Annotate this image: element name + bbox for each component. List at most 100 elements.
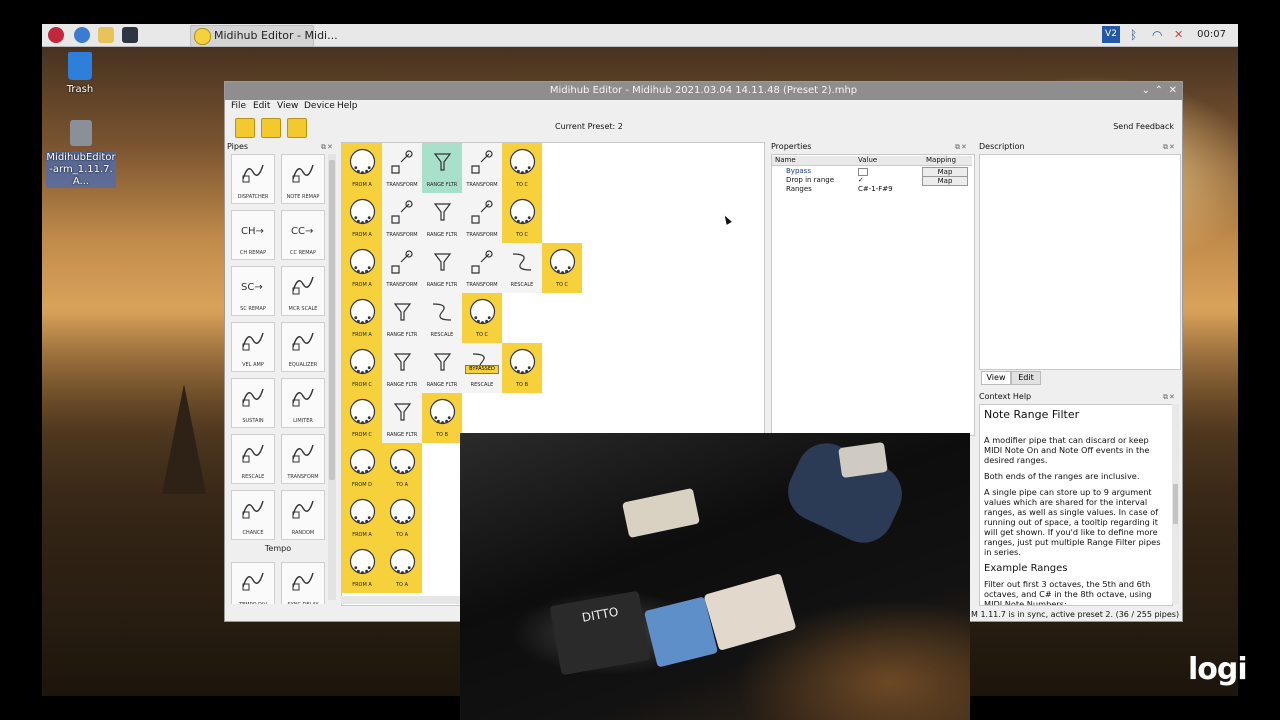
raspberry-menu-icon[interactable] (48, 27, 64, 43)
disconnect-button[interactable] (235, 118, 255, 138)
minimize-icon[interactable]: ⌄ (1142, 82, 1150, 100)
terminal-icon[interactable] (122, 27, 138, 43)
description-float-close-icon[interactable]: ⧉✕ (1163, 143, 1179, 151)
wifi-icon[interactable]: ◠ (1152, 27, 1166, 43)
canvas-pipe-label: RANGE FLTR (426, 232, 458, 238)
bluetooth-icon[interactable]: ᛒ (1130, 27, 1140, 43)
palette-pipe-mcr-scale[interactable]: MCR SCALE (281, 266, 325, 316)
menu-help[interactable]: Help (337, 101, 358, 111)
maximize-icon[interactable]: ⌃ (1155, 82, 1163, 100)
canvas-pipe-to-c[interactable]: TO C (462, 293, 502, 343)
palette-pipe-note-remap[interactable]: NOTE REMAP (281, 154, 325, 204)
canvas-pipe-to-a[interactable]: TO A (382, 443, 422, 493)
ranges-value[interactable]: C#-1-F#9 (858, 185, 893, 194)
canvas-pipe-from-a[interactable]: FROM A (342, 493, 382, 543)
canvas-pipe-transform[interactable]: TRANSFORM (462, 193, 502, 243)
property-row-drop-in-range[interactable]: Drop in range ✓ Map (772, 176, 972, 186)
palette-pipe-tempo-div[interactable]: TEMPO DIV (231, 562, 275, 604)
palette-pipe-rescale[interactable]: RESCALE (231, 434, 275, 484)
palette-pipe-vel-amp[interactable]: VEL AMP (231, 322, 275, 372)
file-manager-icon[interactable] (98, 27, 114, 43)
web-browser-icon[interactable] (74, 27, 90, 43)
palette-pipe-transform[interactable]: TRANSFORM (281, 434, 325, 484)
canvas-pipe-range-fltr[interactable]: RANGE FLTR (382, 343, 422, 393)
canvas-pipe-to-b[interactable]: TO B (502, 343, 542, 393)
canvas-pipe-transform[interactable]: TRANSFORM (462, 243, 502, 293)
menu-view[interactable]: View (277, 101, 298, 111)
properties-float-close-icon[interactable]: ⧉✕ (955, 143, 971, 151)
canvas-pipe-from-a[interactable]: FROM A (342, 243, 382, 293)
canvas-pipe-from-a[interactable]: FROM A (342, 293, 382, 343)
palette-pipe-cc-remap[interactable]: CC→ CC REMAP (281, 210, 325, 260)
canvas-pipe-from-c[interactable]: FROM C (342, 343, 382, 393)
canvas-pipe-to-a[interactable]: TO A (382, 493, 422, 543)
context-help-float-close-icon[interactable]: ⧉✕ (1163, 393, 1179, 401)
panel-float-close-icon[interactable]: ⧉✕ (321, 143, 337, 151)
canvas-pipe-from-a[interactable]: FROM A (342, 543, 382, 593)
canvas-pipe-to-c[interactable]: TO C (502, 143, 542, 193)
palette-pipe-limiter[interactable]: LIMITER (281, 378, 325, 428)
canvas-pipe-transform[interactable]: TRANSFORM (382, 143, 422, 193)
canvas-pipe-label: FROM A (352, 332, 372, 338)
canvas-pipe-range-fltr[interactable]: RANGE FLTR (422, 193, 462, 243)
col-name: Name (775, 156, 796, 164)
canvas-pipe-rescale[interactable]: RESCALE BYPASSED (462, 343, 502, 393)
pipes-scrollbar-thumb[interactable] (329, 160, 335, 480)
taskbar: Midihub Editor - Midi... V2 ᛒ ◠ ✕ 00:07 (42, 24, 1238, 47)
canvas-pipe-range-fltr[interactable]: RANGE FLTR (422, 343, 462, 393)
canvas-pipe-from-a[interactable]: FROM A (342, 143, 382, 193)
palette-pipe-dispatcher[interactable]: DISPATCHER (231, 154, 275, 204)
palette-pipe-sync-delay[interactable]: SYNC DELAY (281, 562, 325, 604)
canvas-pipe-range-fltr[interactable]: RANGE FLTR (422, 143, 462, 193)
range-fltr-icon (433, 203, 452, 221)
tab-edit[interactable]: Edit (1011, 371, 1041, 385)
help-scrollbar[interactable] (1172, 404, 1179, 604)
canvas-pipe-range-fltr[interactable]: RANGE FLTR (422, 243, 462, 293)
palette-pipe-random[interactable]: RANDOM (281, 490, 325, 540)
help-scrollbar-thumb[interactable] (1173, 484, 1178, 524)
canvas-pipe-label: RANGE FLTR (386, 432, 418, 438)
canvas-pipe-to-a[interactable]: TO A (382, 543, 422, 593)
canvas-pipe-from-c[interactable]: FROM C (342, 393, 382, 443)
description-text-area[interactable] (979, 154, 1181, 370)
tab-view[interactable]: View (981, 371, 1011, 385)
canvas-pipe-range-fltr[interactable]: RANGE FLTR (382, 393, 422, 443)
canvas-pipe-rescale[interactable]: RESCALE (422, 293, 462, 343)
drop-in-range-checkbox[interactable]: ✓ (858, 176, 864, 185)
properties-header: Properties ⧉✕ (771, 142, 973, 152)
canvas-pipe-to-c[interactable]: TO C (502, 193, 542, 243)
canvas-pipe-range-fltr[interactable]: RANGE FLTR (382, 293, 422, 343)
menu-edit[interactable]: Edit (253, 101, 270, 111)
palette-pipe-equalizer[interactable]: EQUALIZER (281, 322, 325, 372)
palette-pipe-chance[interactable]: CHANCE (231, 490, 275, 540)
menu-file[interactable]: File (231, 101, 246, 111)
canvas-pipe-transform[interactable]: TRANSFORM (382, 243, 422, 293)
menu-device[interactable]: Device (304, 101, 335, 111)
canvas-pipe-to-c[interactable]: TO C (542, 243, 582, 293)
canvas-pipe-label: FROM A (352, 232, 372, 238)
taskbar-midihub-task[interactable]: Midihub Editor - Midi... (190, 25, 338, 47)
canvas-pipe-rescale[interactable]: RESCALE (502, 243, 542, 293)
window-titlebar[interactable]: Midihub Editor - Midihub 2021.03.04 14.1… (225, 82, 1182, 100)
canvas-pipe-transform[interactable]: TRANSFORM (382, 193, 422, 243)
vnc-icon[interactable]: V2 (1102, 26, 1120, 43)
palette-pipe-sustain[interactable]: SUSTAIN (231, 378, 275, 428)
midi-port-icon (389, 548, 416, 575)
canvas-pipe-from-a[interactable]: FROM A (342, 193, 382, 243)
canvas-pipe-to-b[interactable]: TO B (422, 393, 462, 443)
close-icon[interactable]: ✕ (1169, 82, 1177, 100)
property-row-ranges[interactable]: Ranges C#-1-F#9 (772, 185, 972, 194)
pipes-scrollbar[interactable] (328, 154, 336, 600)
device-settings-button[interactable] (287, 118, 307, 138)
bypass-checkbox[interactable] (858, 168, 868, 176)
palette-pipe-sc-remap[interactable]: SC→ SC REMAP (231, 266, 275, 316)
volume-muted-icon[interactable]: ✕ (1174, 27, 1188, 43)
transform-icon (471, 250, 493, 274)
property-row-bypass[interactable]: Bypass Map (772, 167, 972, 177)
settings-button[interactable] (261, 118, 281, 138)
canvas-pipe-from-d[interactable]: FROM D (342, 443, 382, 493)
canvas-pipe-transform[interactable]: TRANSFORM (462, 143, 502, 193)
canvas-pipe-label: RANGE FLTR (426, 282, 458, 288)
palette-pipe-ch-remap[interactable]: CH→ CH REMAP (231, 210, 275, 260)
send-feedback-link[interactable]: Send Feedback (1113, 122, 1174, 131)
